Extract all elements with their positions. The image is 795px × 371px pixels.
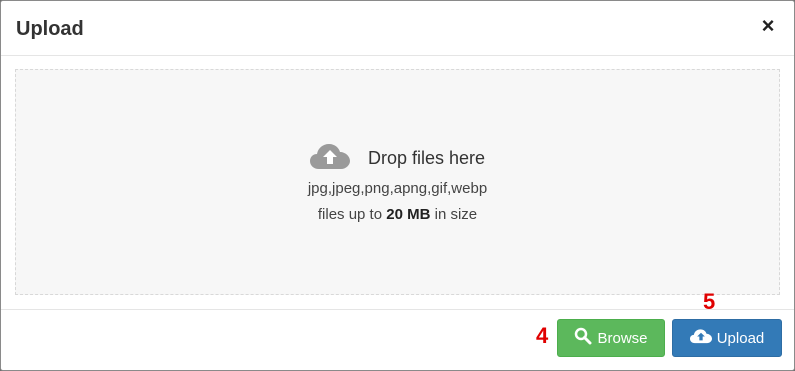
- dropzone-title: Drop files here: [367, 148, 486, 168]
- file-dropzone[interactable]: Drop files here jpg,jpeg,png,apng,gif,we…: [15, 69, 780, 295]
- allowed-formats: jpg,jpeg,png,apng,gif,webp: [307, 180, 488, 197]
- browse-button[interactable]: Browse: [557, 319, 665, 357]
- cloud-upload-icon: [309, 142, 350, 175]
- upload-label: Upload: [716, 329, 765, 347]
- browse-label: Browse: [597, 329, 648, 347]
- annotation-marker-4: 4: [536, 323, 549, 348]
- size-value: 20 MB: [386, 206, 431, 223]
- footer-divider: [1, 309, 794, 310]
- close-button[interactable]: ×: [758, 15, 778, 37]
- size-prefix: files up to: [317, 206, 383, 223]
- dialog-title: Upload: [16, 18, 84, 40]
- size-limit: files up to 20 MB in size: [16, 206, 779, 223]
- upload-button[interactable]: Upload: [672, 319, 782, 357]
- search-icon: [574, 327, 592, 349]
- annotation-marker-5: 5: [703, 289, 716, 314]
- header-divider: [1, 55, 794, 56]
- size-suffix: in size: [434, 206, 478, 223]
- dropzone-header: Drop files here: [16, 142, 779, 175]
- cloud-upload-icon: [689, 328, 712, 348]
- upload-dialog: Upload × Drop files here jpg,jpeg,png,ap…: [0, 0, 795, 371]
